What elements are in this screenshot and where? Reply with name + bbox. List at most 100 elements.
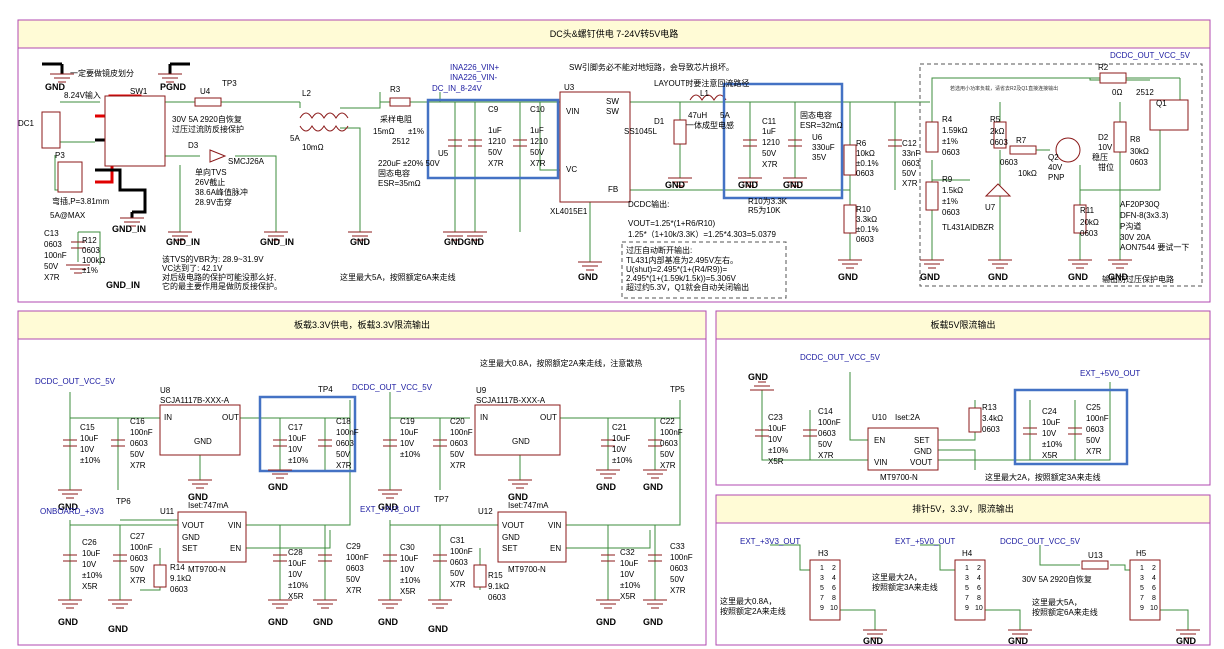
gnd-label: GND bbox=[596, 482, 617, 492]
c16-label: C16 bbox=[130, 417, 145, 426]
note: 这里最大5A， bbox=[1032, 597, 1082, 607]
u13-fuse bbox=[1081, 560, 1109, 570]
sw1-switch bbox=[104, 95, 166, 167]
c26-tol: ±10% bbox=[82, 571, 102, 580]
u5-label: U5 bbox=[438, 149, 449, 158]
u10-label: U10 bbox=[872, 413, 887, 422]
u12-vout: VOUT bbox=[502, 521, 524, 530]
c30-volt: 10V bbox=[400, 565, 415, 574]
r3-value: 15mΩ bbox=[373, 127, 395, 136]
r4-value: 1.59kΩ bbox=[942, 126, 968, 135]
d2-volt: 10V bbox=[1098, 143, 1113, 152]
d1-part: SS1045L bbox=[624, 127, 657, 136]
note: 钳位 bbox=[1098, 162, 1114, 172]
r7-value: 10kΩ bbox=[1018, 169, 1037, 178]
r5-pkg: 0603 bbox=[990, 138, 1008, 147]
u8-in: IN bbox=[164, 413, 172, 422]
c25-diel: X7R bbox=[1086, 447, 1102, 456]
c32-label: C32 bbox=[620, 548, 635, 557]
r3-pkg: 2512 bbox=[392, 137, 410, 146]
gnd-label: GND bbox=[1068, 272, 1089, 282]
r15-label: R15 bbox=[488, 571, 503, 580]
r7-pkg: 0603 bbox=[1000, 158, 1018, 167]
u11-vout: VOUT bbox=[182, 521, 204, 530]
c12-pkg: 0603 bbox=[902, 159, 920, 168]
c18-volt: 50V bbox=[336, 450, 351, 459]
c24-label: C24 bbox=[1042, 407, 1057, 416]
r4-tol: ±1% bbox=[942, 137, 958, 146]
r3-tol: ±1% bbox=[408, 127, 424, 136]
r2-resistor bbox=[1099, 72, 1127, 84]
c19-label: C19 bbox=[400, 417, 415, 426]
u8-part: SCJA1117B-XXX-A bbox=[160, 396, 230, 405]
svg-text:9: 9 bbox=[965, 605, 969, 612]
svg-text:3: 3 bbox=[1140, 575, 1144, 582]
c9-pkg: 1210 bbox=[488, 137, 506, 146]
c13-volt: 50V bbox=[44, 262, 59, 271]
gnd-label: GND bbox=[1176, 636, 1197, 646]
r5-value: 2kΩ bbox=[990, 127, 1004, 136]
c25-label: C25 bbox=[1086, 403, 1101, 412]
c12-diel: X7R bbox=[902, 179, 918, 188]
l2-current: 5A bbox=[290, 134, 300, 143]
dc1-jack bbox=[41, 111, 61, 149]
dc1-label: DC1 bbox=[18, 119, 35, 128]
c31-label: C31 bbox=[450, 536, 465, 545]
note: 它的最主要作用是做防反接保护。 bbox=[162, 281, 282, 291]
c13-label: C13 bbox=[44, 229, 59, 238]
svg-text:8: 8 bbox=[832, 595, 836, 602]
r13-value: 3.4kΩ bbox=[982, 414, 1003, 423]
note: 这里最大2A， bbox=[872, 572, 922, 582]
gnd-label: GND bbox=[313, 617, 334, 627]
gnd-label: GND bbox=[378, 617, 399, 627]
note: 固态电容 bbox=[378, 168, 410, 178]
gnd-label: GND bbox=[988, 272, 1009, 282]
dcdc-out-label: DCDC_OUT_VCC_5V bbox=[1000, 537, 1081, 546]
c13-diel: X7R bbox=[44, 273, 60, 282]
c9-value: 1uF bbox=[488, 126, 502, 135]
gnd-in-label: GND_IN bbox=[106, 280, 140, 290]
u8-out: OUT bbox=[222, 413, 239, 422]
d1-label: D1 bbox=[654, 117, 665, 126]
q2-label: Q2 bbox=[1048, 153, 1059, 162]
c19-tol: ±10% bbox=[400, 450, 420, 459]
c11-value: 1uF bbox=[762, 127, 776, 136]
note: 对后级电路的保护可能没那么好, bbox=[162, 272, 276, 282]
d3-label: D3 bbox=[188, 141, 199, 150]
svg-text:2: 2 bbox=[977, 565, 981, 572]
r10-tol: ±0.1% bbox=[856, 225, 879, 234]
u7-label: U7 bbox=[985, 203, 996, 212]
note: 一体成型电感 bbox=[686, 120, 734, 130]
svg-text:10: 10 bbox=[830, 605, 838, 612]
svg-text:10: 10 bbox=[975, 605, 983, 612]
c22-diel: X7R bbox=[660, 461, 676, 470]
u6-value: 330uF bbox=[812, 143, 835, 152]
dcdc-out-label: DCDC_OUT_VCC_5V bbox=[1110, 51, 1191, 60]
r7-label: R7 bbox=[1016, 136, 1027, 145]
r14-pkg: 0603 bbox=[170, 585, 188, 594]
smcj-label: SMCJ26A bbox=[228, 157, 265, 166]
dc-in-label: DC_IN_8-24V bbox=[432, 84, 482, 93]
r15-resistor bbox=[473, 564, 487, 588]
c24-value: 10uF bbox=[1042, 418, 1060, 427]
r9-value: 1.5kΩ bbox=[942, 186, 963, 195]
c17-volt: 10V bbox=[288, 445, 303, 454]
gnd-in-label: GND_IN bbox=[166, 237, 200, 247]
note: 该TVS的VBR为: 28.9~31.9V bbox=[162, 254, 264, 264]
u12-part: MT9700-N bbox=[508, 565, 546, 574]
svg-text:2: 2 bbox=[1152, 565, 1156, 572]
gnd-label: GND bbox=[1008, 636, 1029, 646]
gnd-label: GND bbox=[665, 180, 686, 190]
gnd-label: GND bbox=[268, 617, 289, 627]
u12-gnd: GND bbox=[502, 533, 520, 542]
tp5-label: TP5 bbox=[670, 385, 685, 394]
c25-value: 100nF bbox=[1086, 414, 1109, 423]
svg-text:4: 4 bbox=[1152, 575, 1156, 582]
svg-text:1: 1 bbox=[820, 565, 824, 572]
ovp-note: 若选用小功率负载，请省去R2及Q1直接连接输出 bbox=[950, 85, 1058, 92]
gnd-label: GND bbox=[428, 624, 449, 634]
l2-inductor bbox=[299, 112, 349, 119]
c19-value: 10uF bbox=[400, 428, 418, 437]
c23-value: 10uF bbox=[768, 424, 786, 433]
r11-label: R11 bbox=[1080, 206, 1095, 215]
